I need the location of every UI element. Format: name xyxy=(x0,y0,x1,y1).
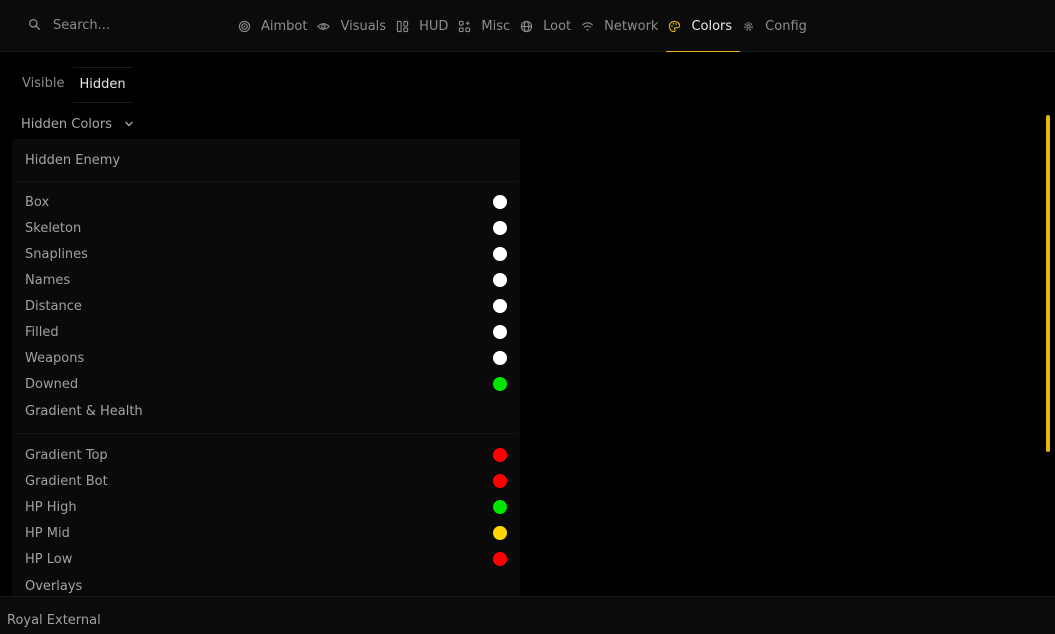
target-icon xyxy=(238,20,251,33)
colors-panel: Hidden Enemy Box Skeleton Snaplines Name… xyxy=(12,139,520,599)
color-swatch[interactable] xyxy=(493,526,507,540)
row-label: Distance xyxy=(25,298,82,314)
palette-icon xyxy=(668,20,681,33)
color-swatch[interactable] xyxy=(493,474,507,488)
section-title-gradient-health: Gradient & Health xyxy=(25,404,143,419)
color-swatch[interactable] xyxy=(493,325,507,339)
tab-network[interactable]: Network xyxy=(579,0,666,52)
color-swatch[interactable] xyxy=(493,552,507,566)
top-bar: Aimbot Visuals HUD Misc Loot Network Col… xyxy=(0,0,1055,52)
color-swatch[interactable] xyxy=(493,221,507,235)
tab-label: Colors xyxy=(691,18,733,34)
tab-label: Aimbot xyxy=(261,18,308,34)
subtab-bar: Visible Hidden xyxy=(18,67,135,103)
tab-visuals[interactable]: Visuals xyxy=(315,0,394,52)
color-swatch[interactable] xyxy=(493,247,507,261)
tab-label: Misc xyxy=(481,18,511,34)
color-row-gradient-bot[interactable]: Gradient Bot xyxy=(12,468,520,494)
color-swatch[interactable] xyxy=(493,273,507,287)
search-input[interactable] xyxy=(53,17,203,33)
row-label: Snaplines xyxy=(25,246,88,262)
tab-config[interactable]: Config xyxy=(740,0,815,52)
row-label: Skeleton xyxy=(25,220,82,236)
row-label: HP Mid xyxy=(25,525,70,541)
color-row-filled[interactable]: Filled xyxy=(12,319,520,345)
group-label: Hidden Colors xyxy=(21,116,112,132)
section-title-overlays: Overlays xyxy=(25,579,83,594)
row-label: Gradient Top xyxy=(25,447,108,463)
tab-hud[interactable]: HUD xyxy=(394,0,456,52)
scrollbar[interactable] xyxy=(1046,115,1050,452)
color-row-downed[interactable]: Downed xyxy=(12,371,520,397)
row-label: Gradient Bot xyxy=(25,473,108,489)
color-row-snaplines[interactable]: Snaplines xyxy=(12,241,520,267)
color-row-names[interactable]: Names xyxy=(12,267,520,293)
gear-icon xyxy=(742,20,755,33)
row-label: HP Low xyxy=(25,551,73,567)
row-label: Weapons xyxy=(25,350,85,366)
color-swatch[interactable] xyxy=(493,448,507,462)
section-title-hidden-enemy: Hidden Enemy xyxy=(25,153,121,168)
tab-aimbot[interactable]: Aimbot xyxy=(236,0,315,52)
color-swatch[interactable] xyxy=(493,377,507,391)
row-label: Box xyxy=(25,194,50,210)
tab-label: Config xyxy=(765,18,807,34)
subtab-hidden[interactable]: Hidden xyxy=(73,67,132,103)
globe-icon xyxy=(520,20,533,33)
chevron-down-icon xyxy=(124,119,134,129)
color-row-gradient-top[interactable]: Gradient Top xyxy=(12,442,520,468)
search-icon xyxy=(28,16,41,35)
tab-misc[interactable]: Misc xyxy=(456,0,518,52)
color-swatch[interactable] xyxy=(493,299,507,313)
row-label: HP High xyxy=(25,499,77,515)
eye-icon xyxy=(317,20,331,33)
main-nav: Aimbot Visuals HUD Misc Loot Network Col… xyxy=(236,0,815,52)
row-label: Names xyxy=(25,272,71,288)
search-box[interactable] xyxy=(28,15,203,35)
color-swatch[interactable] xyxy=(493,500,507,514)
row-label: Downed xyxy=(25,376,79,392)
color-row-hp-high[interactable]: HP High xyxy=(12,494,520,520)
subtab-visible[interactable]: Visible xyxy=(18,67,68,101)
tab-label: Loot xyxy=(543,18,572,34)
tab-colors[interactable]: Colors xyxy=(666,0,740,52)
color-row-hp-low[interactable]: HP Low xyxy=(12,546,520,572)
color-row-distance[interactable]: Distance xyxy=(12,293,520,319)
tab-label: Visuals xyxy=(340,18,387,34)
color-swatch[interactable] xyxy=(493,351,507,365)
tab-label: Network xyxy=(604,18,659,34)
color-row-hp-mid[interactable]: HP Mid xyxy=(12,520,520,546)
hud-icon xyxy=(396,20,409,33)
footer-title: Royal External xyxy=(7,613,101,628)
color-swatch[interactable] xyxy=(493,195,507,209)
color-row-weapons[interactable]: Weapons xyxy=(12,345,520,371)
row-label: Filled xyxy=(25,324,59,340)
tab-label: HUD xyxy=(419,18,449,34)
tab-loot[interactable]: Loot xyxy=(518,0,579,52)
wifi-icon xyxy=(581,20,594,33)
color-row-box[interactable]: Box xyxy=(12,189,520,215)
apps-icon xyxy=(458,20,471,33)
hidden-colors-dropdown[interactable]: Hidden Colors xyxy=(21,114,134,134)
color-row-skeleton[interactable]: Skeleton xyxy=(12,215,520,241)
footer-bar: Royal External xyxy=(0,596,1055,634)
